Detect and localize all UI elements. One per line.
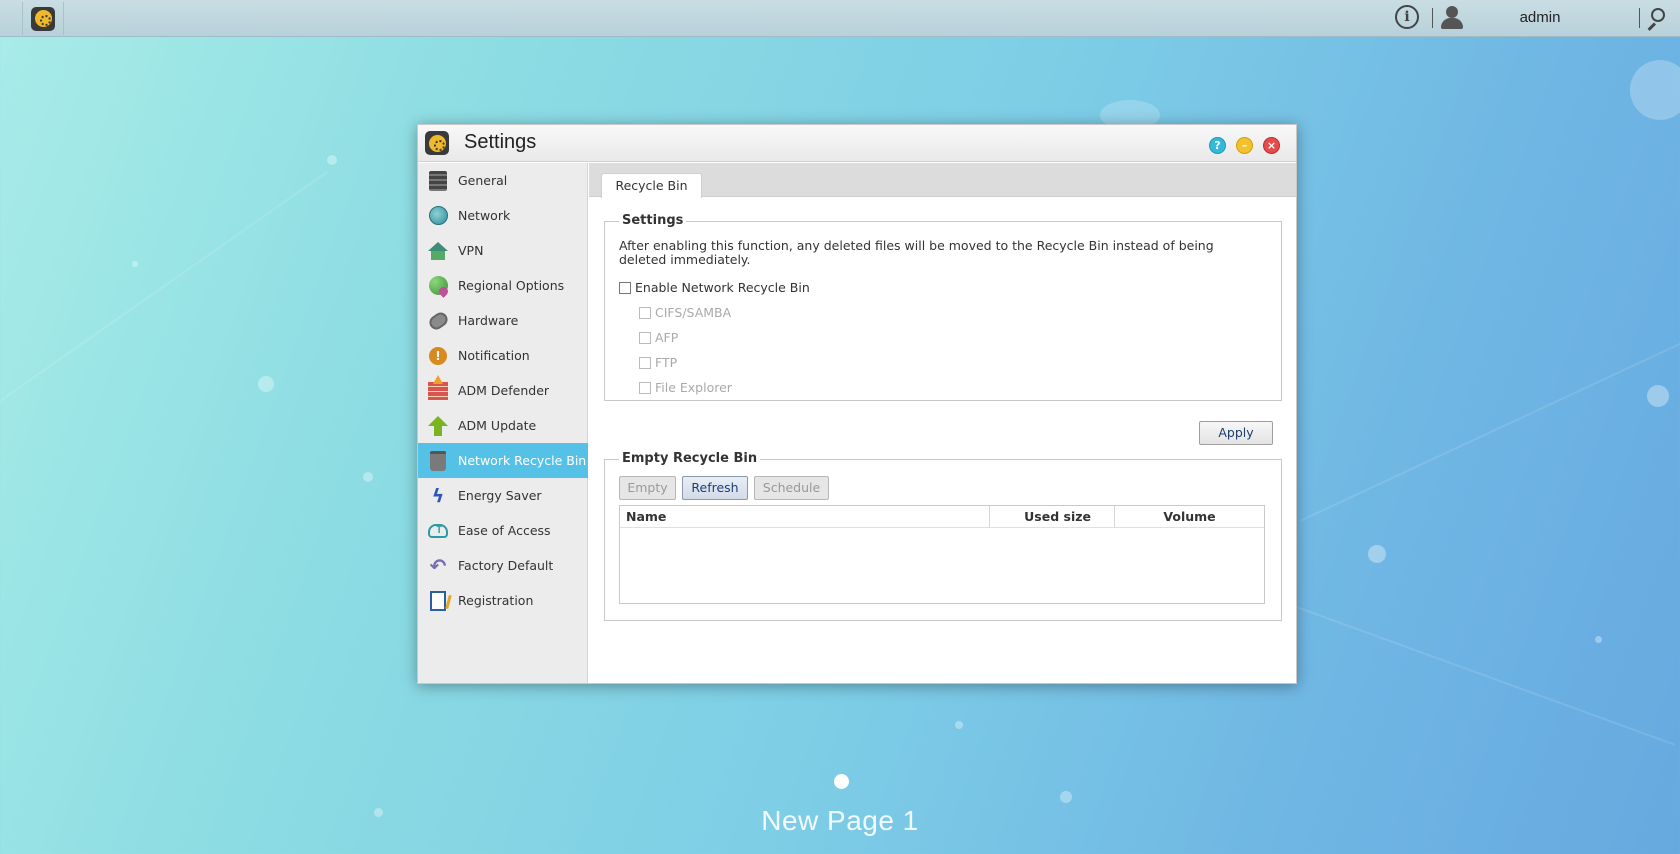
- globe-icon: [428, 206, 448, 226]
- sidebar-item-label: Energy Saver: [458, 488, 542, 503]
- settings-fieldset: Settings After enabling this function, a…: [604, 213, 1282, 401]
- settings-window: Settings ? – × General Network VPN Regio…: [417, 124, 1297, 684]
- sidebar-item-registration[interactable]: Registration: [418, 583, 588, 618]
- refresh-button[interactable]: Refresh: [682, 476, 748, 500]
- alert-icon: !: [428, 346, 448, 366]
- column-header-name[interactable]: Name: [626, 506, 666, 528]
- settings-legend: Settings: [619, 213, 687, 228]
- hardware-icon: [426, 309, 450, 332]
- help-icon: ?: [1214, 139, 1221, 152]
- protocol-afp-row[interactable]: AFP: [639, 330, 678, 345]
- nas-icon: [428, 170, 448, 191]
- upload-arrow-icon: [428, 415, 448, 436]
- protocol-ftp-label: FTP: [655, 355, 678, 370]
- sidebar-item-label: ADM Defender: [458, 383, 550, 398]
- table-header: Name Used size Volume: [620, 506, 1264, 528]
- recycle-bin-table: Name Used size Volume: [619, 505, 1265, 604]
- search-icon[interactable]: [1645, 8, 1667, 31]
- protocol-cifs-samba-row[interactable]: CIFS/SAMBA: [639, 305, 731, 320]
- sidebar-item-label: Regional Options: [458, 278, 565, 293]
- taskbar-settings-app[interactable]: [22, 2, 64, 35]
- recycle-bin-description: After enabling this function, any delete…: [619, 238, 1214, 267]
- sidebar-item-label: Notification: [458, 348, 530, 363]
- sidebar-item-adm-defender[interactable]: ADM Defender: [418, 373, 588, 408]
- sidebar-item-label: Network Recycle Bin: [458, 453, 587, 468]
- empty-recycle-bin-fieldset: Empty Recycle Bin Empty Refresh Schedule…: [604, 451, 1282, 621]
- protocol-file-explorer-label: File Explorer: [655, 380, 732, 395]
- sidebar-item-regional-options[interactable]: Regional Options: [418, 268, 588, 303]
- help-button[interactable]: ?: [1209, 137, 1226, 154]
- protocol-file-explorer-checkbox[interactable]: [639, 381, 651, 394]
- sidebar-item-hardware[interactable]: Hardware: [418, 303, 588, 338]
- settings-sidebar: General Network VPN Regional Options Har…: [418, 163, 588, 683]
- info-icon[interactable]: i: [1395, 5, 1419, 29]
- user-icon[interactable]: [1440, 6, 1464, 30]
- sidebar-item-adm-update[interactable]: ADM Update: [418, 408, 588, 443]
- close-icon: ×: [1266, 139, 1277, 152]
- sidebar-item-label: Network: [458, 208, 511, 223]
- minimize-button[interactable]: –: [1236, 137, 1253, 154]
- empty-recycle-bin-legend: Empty Recycle Bin: [619, 451, 761, 466]
- sidebar-item-network-recycle-bin[interactable]: Network Recycle Bin: [418, 443, 588, 478]
- globe-pin-icon: [428, 276, 450, 298]
- protocol-ftp-checkbox[interactable]: [639, 356, 651, 369]
- close-button[interactable]: ×: [1263, 137, 1280, 154]
- lightning-icon: ϟ: [431, 484, 445, 507]
- schedule-button[interactable]: Schedule: [754, 476, 829, 500]
- protocol-file-explorer-row[interactable]: File Explorer: [639, 380, 732, 395]
- username-label[interactable]: admin: [1500, 9, 1580, 26]
- sidebar-item-vpn[interactable]: VPN: [418, 233, 588, 268]
- taskbar-divider: [1432, 8, 1433, 28]
- sidebar-item-label: Hardware: [458, 313, 519, 328]
- sidebar-item-network[interactable]: Network: [418, 198, 588, 233]
- undo-icon: ↶: [429, 553, 447, 578]
- column-header-used-size[interactable]: Used size: [990, 506, 1105, 528]
- page-indicator-dot[interactable]: [834, 774, 849, 789]
- clipboard-icon: [428, 590, 448, 611]
- sidebar-item-general[interactable]: General: [418, 163, 588, 198]
- protocol-cifs-samba-checkbox[interactable]: [639, 306, 651, 319]
- protocol-afp-label: AFP: [655, 330, 679, 345]
- desktop-page-label: New Page 1: [761, 805, 919, 836]
- sidebar-item-label: Registration: [458, 593, 534, 608]
- apply-button[interactable]: Apply: [1199, 421, 1273, 445]
- sidebar-item-factory-default[interactable]: ↶ Factory Default: [418, 548, 588, 583]
- sidebar-item-ease-of-access[interactable]: Ease of Access: [418, 513, 588, 548]
- sidebar-item-label: Ease of Access: [458, 523, 551, 538]
- window-title: Settings: [464, 131, 537, 153]
- cloud-upload-icon: [428, 521, 448, 541]
- taskbar-divider: [1639, 8, 1640, 28]
- column-header-volume[interactable]: Volume: [1115, 506, 1264, 528]
- protocol-afp-checkbox[interactable]: [639, 331, 651, 344]
- taskbar: i admin: [0, 0, 1680, 37]
- sidebar-item-label: ADM Update: [458, 418, 537, 433]
- window-titlebar[interactable]: Settings ? – ×: [418, 125, 1296, 162]
- sidebar-item-notification[interactable]: ! Notification: [418, 338, 588, 373]
- protocol-ftp-row[interactable]: FTP: [639, 355, 677, 370]
- house-network-icon: [428, 241, 448, 261]
- settings-wheel-icon: [31, 6, 55, 31]
- sidebar-item-energy-saver[interactable]: ϟ Energy Saver: [418, 478, 588, 513]
- sidebar-item-label: Factory Default: [458, 558, 554, 573]
- empty-button[interactable]: Empty: [619, 476, 676, 500]
- tab-recycle-bin[interactable]: Recycle Bin: [601, 173, 702, 198]
- enable-recycle-bin-row[interactable]: Enable Network Recycle Bin: [619, 280, 810, 295]
- enable-recycle-bin-checkbox[interactable]: [619, 281, 631, 294]
- minimize-icon: –: [1241, 139, 1248, 152]
- settings-wheel-icon: [425, 131, 449, 155]
- sidebar-item-label: General: [458, 173, 508, 188]
- tab-bar: Recycle Bin: [589, 163, 1296, 198]
- enable-recycle-bin-label[interactable]: Enable Network Recycle Bin: [635, 280, 810, 295]
- protocol-cifs-samba-label: CIFS/SAMBA: [655, 305, 732, 320]
- sidebar-item-label: VPN: [458, 243, 484, 258]
- table-body: [620, 529, 1264, 603]
- settings-content: Recycle Bin Settings After enabling this…: [589, 163, 1296, 683]
- trash-icon: [428, 450, 448, 471]
- firewall-icon: [428, 374, 448, 401]
